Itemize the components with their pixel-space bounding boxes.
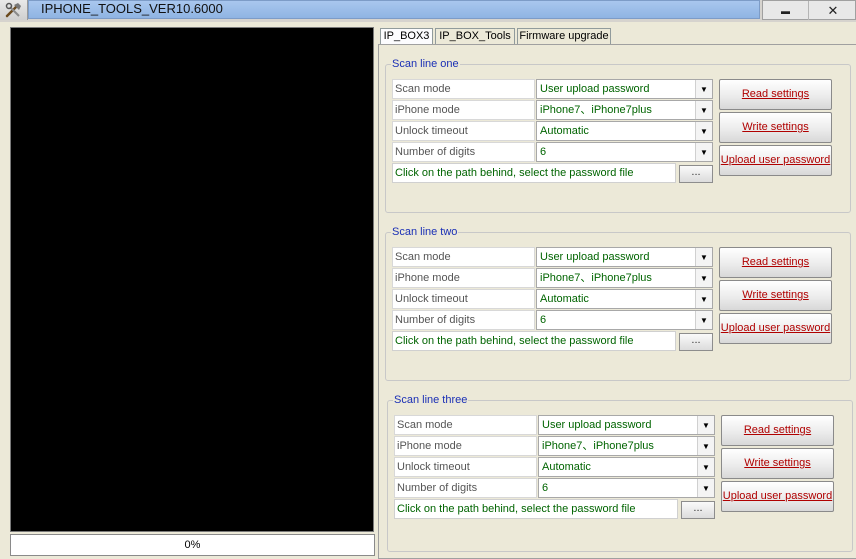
- chevron-down-icon[interactable]: ▼: [697, 458, 714, 476]
- group-title: Scan line two: [391, 225, 459, 239]
- iphone-mode-label: iPhone mode: [392, 268, 535, 288]
- chevron-down-icon[interactable]: ▼: [695, 80, 712, 98]
- window-title: IPHONE_TOOLS_VER10.6000: [41, 1, 223, 16]
- tab-ip-box-tools[interactable]: IP_BOX_Tools: [435, 28, 515, 45]
- group-title: Scan line three: [393, 393, 469, 407]
- select-value: 6: [540, 314, 547, 326]
- number-of-digits-label: Number of digits: [394, 478, 537, 498]
- chevron-down-icon[interactable]: ▼: [695, 290, 712, 308]
- iphone-mode-select[interactable]: iPhone7、iPhone7plus ▼: [538, 436, 715, 456]
- select-value: Automatic: [540, 293, 589, 305]
- tab-firmware-upgrade[interactable]: Firmware upgrade: [517, 28, 611, 45]
- unlock-timeout-label: Unlock timeout: [392, 121, 535, 141]
- select-value: Automatic: [542, 461, 591, 473]
- chevron-down-icon[interactable]: ▼: [695, 248, 712, 266]
- chevron-down-icon[interactable]: ▼: [697, 416, 714, 434]
- number-of-digits-select[interactable]: 6 ▼: [538, 478, 715, 498]
- browse-button[interactable]: ...: [681, 501, 715, 519]
- tab-label: Firmware upgrade: [519, 30, 609, 42]
- group-title: Scan line one: [391, 57, 460, 71]
- number-of-digits-label: Number of digits: [392, 142, 535, 162]
- scan-line-three-group: Scan line three Scan mode User upload pa…: [387, 393, 853, 552]
- minimize-icon: ▬: [781, 5, 790, 16]
- tab-panel-ip-box3: Scan line one Scan mode User upload pass…: [378, 44, 856, 559]
- select-value: 6: [540, 146, 547, 158]
- iphone-mode-label: iPhone mode: [392, 100, 535, 120]
- window-controls: ▬ ✕: [762, 0, 856, 20]
- number-of-digits-label: Number of digits: [392, 310, 535, 330]
- progress-bar: 0%: [10, 534, 375, 556]
- scan-line-two-group: Scan line two Scan mode User upload pass…: [385, 225, 851, 381]
- iphone-mode-label: iPhone mode: [394, 436, 537, 456]
- select-value: iPhone7、iPhone7plus: [540, 104, 652, 116]
- progress-text: 0%: [184, 539, 201, 551]
- scan-mode-select[interactable]: User upload password ▼: [538, 415, 715, 435]
- number-of-digits-select[interactable]: 6 ▼: [536, 310, 713, 330]
- title-bar: IPHONE_TOOLS_VER10.6000 ▬ ✕: [0, 0, 856, 22]
- unlock-timeout-label: Unlock timeout: [392, 289, 535, 309]
- title-text-bar: IPHONE_TOOLS_VER10.6000: [28, 0, 760, 19]
- password-file-path-field[interactable]: Click on the path behind, select the pas…: [394, 499, 678, 519]
- chevron-down-icon[interactable]: ▼: [697, 437, 714, 455]
- tools-icon[interactable]: [0, 0, 28, 20]
- tab-label: IP_BOX_Tools: [439, 30, 511, 42]
- upload-user-password-button[interactable]: Upload user password: [721, 481, 834, 512]
- select-value: iPhone7、iPhone7plus: [542, 440, 654, 452]
- scan-line-one-group: Scan line one Scan mode User upload pass…: [385, 57, 851, 213]
- iphone-mode-select[interactable]: iPhone7、iPhone7plus ▼: [536, 268, 713, 288]
- minimize-button[interactable]: ▬: [763, 1, 809, 20]
- password-file-path-field[interactable]: Click on the path behind, select the pas…: [392, 163, 676, 183]
- select-value: iPhone7、iPhone7plus: [540, 272, 652, 284]
- select-value: Automatic: [540, 125, 589, 137]
- close-icon: ✕: [827, 2, 839, 18]
- unlock-timeout-select[interactable]: Automatic ▼: [536, 121, 713, 141]
- write-settings-button[interactable]: Write settings: [719, 280, 832, 311]
- write-settings-button[interactable]: Write settings: [719, 112, 832, 143]
- log-output-panel[interactable]: [10, 27, 374, 532]
- number-of-digits-select[interactable]: 6 ▼: [536, 142, 713, 162]
- scan-mode-select[interactable]: User upload password ▼: [536, 79, 713, 99]
- chevron-down-icon[interactable]: ▼: [695, 122, 712, 140]
- iphone-mode-select[interactable]: iPhone7、iPhone7plus ▼: [536, 100, 713, 120]
- scan-mode-select[interactable]: User upload password ▼: [536, 247, 713, 267]
- close-button[interactable]: ✕: [810, 1, 856, 20]
- unlock-timeout-select[interactable]: Automatic ▼: [536, 289, 713, 309]
- chevron-down-icon[interactable]: ▼: [695, 311, 712, 329]
- select-value: User upload password: [540, 83, 650, 95]
- browse-button[interactable]: ...: [679, 333, 713, 351]
- tab-label: IP_BOX3: [383, 30, 430, 42]
- select-value: 6: [542, 482, 549, 494]
- read-settings-button[interactable]: Read settings: [719, 247, 832, 278]
- upload-user-password-button[interactable]: Upload user password: [719, 313, 832, 344]
- upload-user-password-button[interactable]: Upload user password: [719, 145, 832, 176]
- scan-mode-label: Scan mode: [394, 415, 537, 435]
- chevron-down-icon[interactable]: ▼: [695, 101, 712, 119]
- chevron-down-icon[interactable]: ▼: [695, 143, 712, 161]
- write-settings-button[interactable]: Write settings: [721, 448, 834, 479]
- password-file-path-field[interactable]: Click on the path behind, select the pas…: [392, 331, 676, 351]
- read-settings-button[interactable]: Read settings: [719, 79, 832, 110]
- scan-mode-label: Scan mode: [392, 247, 535, 267]
- read-settings-button[interactable]: Read settings: [721, 415, 834, 446]
- unlock-timeout-label: Unlock timeout: [394, 457, 537, 477]
- unlock-timeout-select[interactable]: Automatic ▼: [538, 457, 715, 477]
- select-value: User upload password: [540, 251, 650, 263]
- browse-button[interactable]: ...: [679, 165, 713, 183]
- chevron-down-icon[interactable]: ▼: [695, 269, 712, 287]
- chevron-down-icon[interactable]: ▼: [697, 479, 714, 497]
- select-value: User upload password: [542, 419, 652, 431]
- scan-mode-label: Scan mode: [392, 79, 535, 99]
